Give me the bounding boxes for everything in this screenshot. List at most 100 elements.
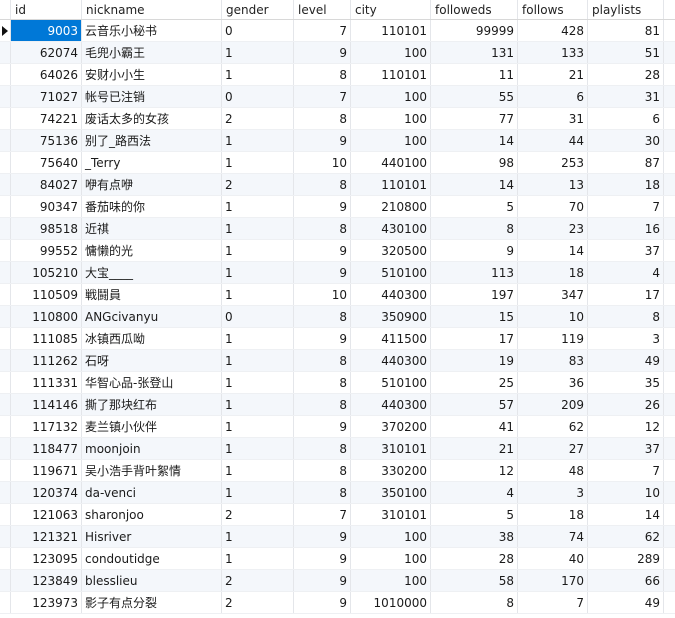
cell-nickname[interactable]: condoutidge (82, 548, 222, 569)
cell-gender[interactable]: 1 (222, 460, 294, 481)
cell-follows[interactable]: 74 (518, 526, 588, 547)
cell-nickname[interactable]: sharonjoo (82, 504, 222, 525)
cell-gender[interactable]: 1 (222, 152, 294, 173)
cell-playlists[interactable]: 18 (588, 174, 664, 195)
cell-followeds[interactable]: 57 (431, 394, 518, 415)
row-indicator[interactable] (0, 350, 11, 371)
cell-followeds[interactable]: 28 (431, 548, 518, 569)
cell-city[interactable]: 411500 (351, 328, 431, 349)
cell-nickname[interactable]: 安财小小生 (82, 64, 222, 85)
cell-id[interactable]: 75640 (11, 152, 82, 173)
cell-followeds[interactable]: 99999 (431, 20, 518, 41)
cell-level[interactable]: 9 (294, 548, 351, 569)
cell-playlists[interactable]: 37 (588, 438, 664, 459)
cell-id[interactable]: 114146 (11, 394, 82, 415)
cell-gender[interactable]: 1 (222, 416, 294, 437)
column-header-follows[interactable]: follows (518, 0, 588, 19)
column-header-gender[interactable]: gender (222, 0, 294, 19)
cell-city[interactable]: 440300 (351, 350, 431, 371)
cell-follows[interactable]: 170 (518, 570, 588, 591)
cell-followeds[interactable]: 17 (431, 328, 518, 349)
cell-nickname[interactable]: moonjoin (82, 438, 222, 459)
column-header-city[interactable]: city (351, 0, 431, 19)
cell-city[interactable]: 110101 (351, 174, 431, 195)
table-row[interactable]: 111262 石呀 1 8 440300 19 83 49 (0, 350, 675, 372)
cell-nickname[interactable]: 撕了那块红布 (82, 394, 222, 415)
cell-follows[interactable]: 10 (518, 306, 588, 327)
cell-city[interactable]: 110101 (351, 64, 431, 85)
cell-follows[interactable]: 3 (518, 482, 588, 503)
cell-level[interactable]: 9 (294, 526, 351, 547)
cell-gender[interactable]: 1 (222, 526, 294, 547)
cell-playlists[interactable]: 26 (588, 394, 664, 415)
row-indicator[interactable] (0, 284, 11, 305)
cell-level[interactable]: 7 (294, 20, 351, 41)
cell-city[interactable]: 440100 (351, 152, 431, 173)
cell-gender[interactable]: 1 (222, 262, 294, 283)
cell-playlists[interactable]: 7 (588, 196, 664, 217)
cell-playlists[interactable]: 12 (588, 416, 664, 437)
cell-playlists[interactable]: 10 (588, 482, 664, 503)
row-indicator[interactable] (0, 86, 11, 107)
cell-level[interactable]: 10 (294, 152, 351, 173)
column-header-nickname[interactable]: nickname (82, 0, 222, 19)
cell-nickname[interactable]: 别了_路西法 (82, 130, 222, 151)
cell-city[interactable]: 430100 (351, 218, 431, 239)
cell-playlists[interactable]: 66 (588, 570, 664, 591)
cell-followeds[interactable]: 8 (431, 592, 518, 613)
cell-level[interactable]: 8 (294, 218, 351, 239)
cell-playlists[interactable]: 28 (588, 64, 664, 85)
cell-id[interactable]: 71027 (11, 86, 82, 107)
table-row[interactable]: 74221 废话太多的女孩 2 8 100 77 31 6 (0, 108, 675, 130)
cell-nickname[interactable]: 石呀 (82, 350, 222, 371)
cell-follows[interactable]: 40 (518, 548, 588, 569)
row-indicator[interactable] (0, 570, 11, 591)
cell-nickname[interactable]: ANGcivanyu (82, 306, 222, 327)
cell-gender[interactable]: 1 (222, 64, 294, 85)
cell-playlists[interactable]: 62 (588, 526, 664, 547)
cell-city[interactable]: 440300 (351, 284, 431, 305)
cell-nickname[interactable]: 慵懒的光 (82, 240, 222, 261)
cell-level[interactable]: 8 (294, 460, 351, 481)
row-indicator[interactable] (0, 548, 11, 569)
cell-id[interactable]: 110800 (11, 306, 82, 327)
table-row[interactable]: 119671 吴小浩手背叶絮情 1 8 330200 12 48 7 (0, 460, 675, 482)
cell-gender[interactable]: 2 (222, 174, 294, 195)
cell-playlists[interactable]: 17 (588, 284, 664, 305)
cell-id[interactable]: 111262 (11, 350, 82, 371)
cell-level[interactable]: 8 (294, 372, 351, 393)
table-row[interactable]: 114146 撕了那块红布 1 8 440300 57 209 26 (0, 394, 675, 416)
row-indicator[interactable] (0, 416, 11, 437)
cell-follows[interactable]: 14 (518, 240, 588, 261)
cell-id[interactable]: 119671 (11, 460, 82, 481)
cell-id[interactable]: 121321 (11, 526, 82, 547)
cell-level[interactable]: 8 (294, 174, 351, 195)
cell-playlists[interactable]: 49 (588, 350, 664, 371)
cell-level[interactable]: 9 (294, 42, 351, 63)
cell-followeds[interactable]: 15 (431, 306, 518, 327)
cell-city[interactable]: 310101 (351, 438, 431, 459)
cell-playlists[interactable]: 16 (588, 218, 664, 239)
cell-gender[interactable]: 1 (222, 196, 294, 217)
cell-id[interactable]: 123849 (11, 570, 82, 591)
cell-follows[interactable]: 36 (518, 372, 588, 393)
cell-followeds[interactable]: 11 (431, 64, 518, 85)
cell-city[interactable]: 100 (351, 86, 431, 107)
cell-followeds[interactable]: 131 (431, 42, 518, 63)
cell-followeds[interactable]: 58 (431, 570, 518, 591)
column-header-id[interactable]: id (11, 0, 82, 19)
row-indicator[interactable] (0, 64, 11, 85)
column-header-followeds[interactable]: followeds (431, 0, 518, 19)
cell-gender[interactable]: 1 (222, 372, 294, 393)
row-indicator[interactable] (0, 526, 11, 547)
cell-follows[interactable]: 7 (518, 592, 588, 613)
cell-nickname[interactable]: 废话太多的女孩 (82, 108, 222, 129)
cell-followeds[interactable]: 21 (431, 438, 518, 459)
row-indicator[interactable] (0, 130, 11, 151)
cell-gender[interactable]: 1 (222, 438, 294, 459)
table-row[interactable]: 90347 番茄味的你 1 9 210800 5 70 7 (0, 196, 675, 218)
cell-followeds[interactable]: 12 (431, 460, 518, 481)
cell-city[interactable]: 210800 (351, 196, 431, 217)
row-indicator[interactable] (0, 328, 11, 349)
cell-nickname[interactable]: 麦兰镇小伙伴 (82, 416, 222, 437)
